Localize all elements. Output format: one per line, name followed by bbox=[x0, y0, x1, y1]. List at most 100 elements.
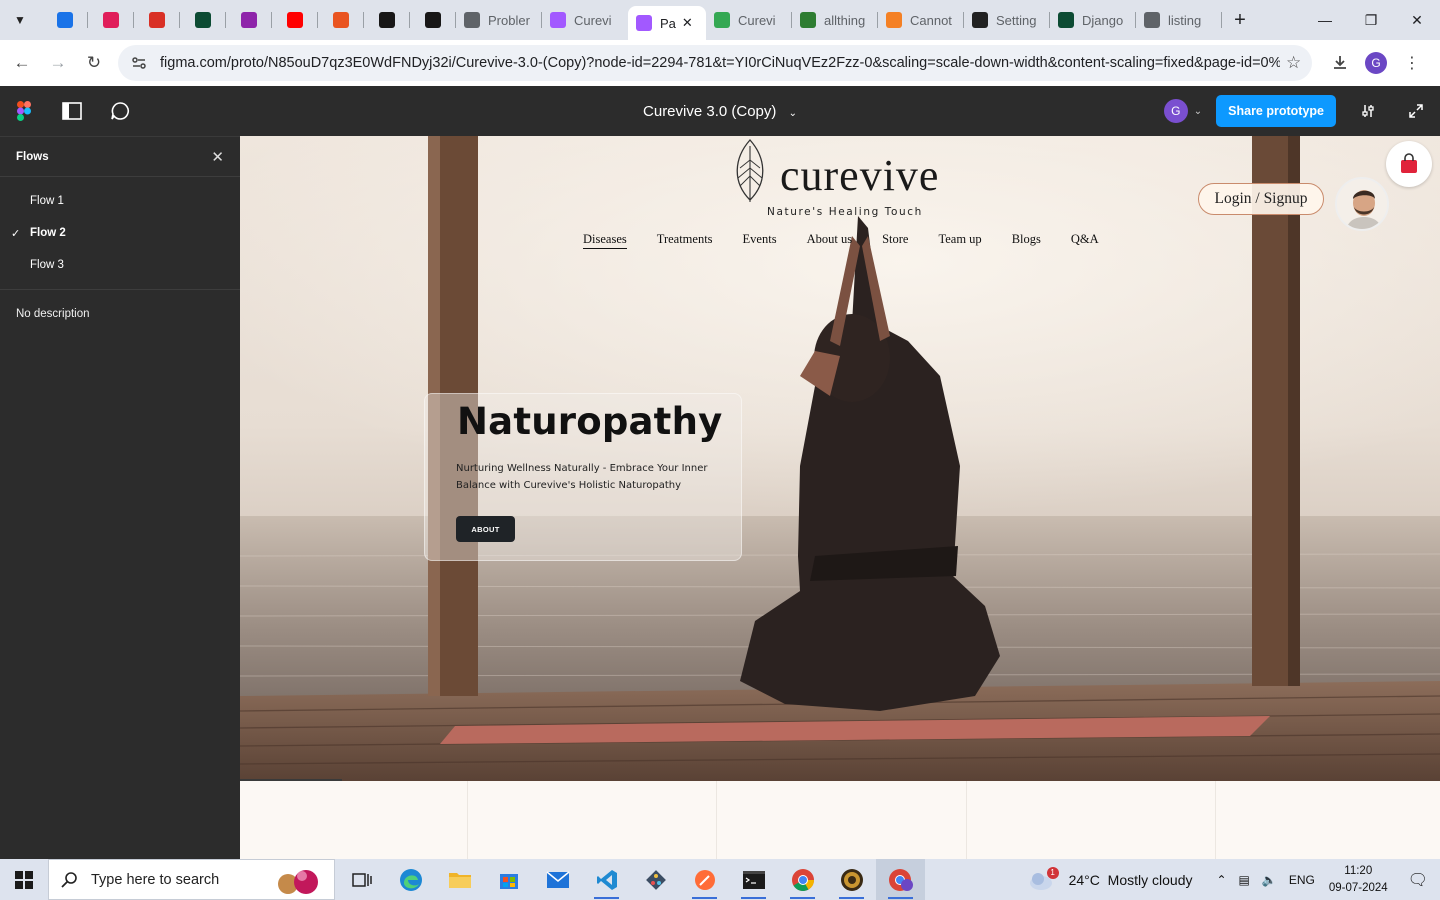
tab[interactable] bbox=[318, 4, 364, 36]
task-view-button[interactable] bbox=[337, 859, 386, 900]
nav-link[interactable]: Store bbox=[882, 232, 908, 249]
tab[interactable]: allthing bbox=[792, 4, 878, 36]
coin-icon bbox=[840, 868, 863, 891]
chevron-down-icon[interactable]: ⌄ bbox=[1194, 106, 1202, 117]
nav-link[interactable]: Diseases bbox=[583, 232, 627, 249]
chrome-app[interactable] bbox=[778, 859, 827, 900]
tab-list: Probler Curevi Pa ✕ Curevi allthing Cannot Sett… bbox=[42, 0, 1222, 40]
figma-logo-icon[interactable] bbox=[0, 86, 48, 136]
tab[interactable]: Curevi bbox=[542, 4, 628, 36]
sidebar-toggle-icon[interactable] bbox=[48, 86, 96, 136]
edge-app[interactable] bbox=[386, 859, 435, 900]
reload-button[interactable]: ↻ bbox=[76, 45, 112, 81]
new-tab-button[interactable]: + bbox=[1226, 6, 1254, 34]
url-text[interactable]: figma.com/proto/N85ouD7qz3E0WdFNDyj32i/C… bbox=[160, 55, 1280, 71]
language-indicator[interactable]: ENG bbox=[1283, 873, 1321, 887]
column-divider bbox=[716, 781, 717, 859]
clock[interactable]: 11:20 09-07-2024 bbox=[1329, 863, 1388, 897]
back-button[interactable]: ← bbox=[4, 45, 40, 81]
minimize-button[interactable]: — bbox=[1302, 0, 1348, 40]
forward-button[interactable]: → bbox=[40, 45, 76, 81]
flow-item[interactable]: ✓ Flow 2 bbox=[0, 217, 240, 249]
tab[interactable] bbox=[226, 4, 272, 36]
profile-avatar[interactable] bbox=[1335, 177, 1389, 231]
browser-toolbar: ← → ↻ figma.com/proto/N85ouD7qz3E0WdFNDy… bbox=[0, 40, 1440, 86]
tab[interactable]: Curevi bbox=[706, 4, 792, 36]
profile-button[interactable]: G bbox=[1358, 45, 1394, 81]
chrome-profile-app[interactable] bbox=[876, 859, 925, 900]
terminal-app[interactable] bbox=[729, 859, 778, 900]
menu-kebab-icon[interactable]: ⋮ bbox=[1394, 45, 1430, 81]
mail-app[interactable] bbox=[533, 859, 582, 900]
nav-link[interactable]: Team up bbox=[938, 232, 981, 249]
notification-icon[interactable]: 🗨 bbox=[1402, 870, 1434, 890]
chevron-down-icon[interactable]: ⌄ bbox=[789, 108, 797, 119]
tab-search-button[interactable]: ▼ bbox=[6, 6, 34, 34]
vscode-app[interactable] bbox=[582, 859, 631, 900]
nav-link[interactable]: About us bbox=[807, 232, 853, 249]
app-icon[interactable] bbox=[827, 859, 876, 900]
fullscreen-icon[interactable] bbox=[1392, 86, 1440, 136]
close-tab-icon[interactable]: ✕ bbox=[682, 15, 693, 31]
restore-button[interactable]: ❐ bbox=[1348, 0, 1394, 40]
login-signup-button[interactable]: Login / Signup bbox=[1198, 183, 1324, 215]
address-bar[interactable]: figma.com/proto/N85ouD7qz3E0WdFNDyj32i/C… bbox=[118, 45, 1312, 81]
tab[interactable] bbox=[180, 4, 226, 36]
download-icon[interactable] bbox=[1322, 45, 1358, 81]
file-explorer-app[interactable] bbox=[435, 859, 484, 900]
nav-link[interactable]: Q&A bbox=[1071, 232, 1099, 249]
tab[interactable] bbox=[272, 4, 318, 36]
flow-item[interactable]: Flow 1 bbox=[0, 185, 240, 217]
tab[interactable] bbox=[410, 4, 456, 36]
tab-title: Curevi bbox=[574, 12, 612, 28]
tab[interactable] bbox=[88, 4, 134, 36]
flow-list: Flow 1 ✓ Flow 2 Flow 3 bbox=[0, 177, 240, 290]
prototype-canvas[interactable]: curevive Nature's Healing Touch Diseases… bbox=[240, 136, 1440, 859]
tab[interactable]: Cannot bbox=[878, 4, 964, 36]
hero-title: Naturopathy bbox=[457, 400, 723, 443]
start-button[interactable] bbox=[0, 859, 48, 900]
user-avatar[interactable]: G bbox=[1163, 99, 1188, 123]
weather-widget[interactable]: 1 24°C Mostly cloudy bbox=[1027, 866, 1192, 892]
slack-icon bbox=[103, 12, 119, 28]
nav-link[interactable]: Treatments bbox=[657, 232, 713, 249]
volume-icon[interactable]: 🔈 bbox=[1256, 873, 1283, 887]
taskbar-apps bbox=[337, 859, 925, 900]
arrow-right-icon: → bbox=[49, 53, 67, 72]
tab[interactable] bbox=[42, 4, 88, 36]
close-window-button[interactable]: ✕ bbox=[1394, 0, 1440, 40]
nav-link[interactable]: Events bbox=[743, 232, 777, 249]
about-button[interactable]: ABOUT bbox=[456, 516, 515, 542]
nav-link[interactable]: Blogs bbox=[1012, 232, 1041, 249]
ubuntu-icon bbox=[333, 12, 349, 28]
tab[interactable] bbox=[134, 4, 180, 36]
tab-active[interactable]: Pa ✕ bbox=[628, 6, 706, 40]
flow-item[interactable]: Flow 3 bbox=[0, 249, 240, 281]
store-app[interactable] bbox=[484, 859, 533, 900]
settings-sliders-icon[interactable] bbox=[1344, 86, 1392, 136]
network-icon[interactable]: ▤ bbox=[1233, 873, 1256, 887]
column-divider bbox=[966, 781, 967, 859]
search-icon bbox=[61, 871, 77, 888]
tab[interactable]: Setting bbox=[964, 4, 1050, 36]
close-panel-icon[interactable]: ✕ bbox=[211, 148, 224, 166]
tab[interactable] bbox=[364, 4, 410, 36]
taskbar-search[interactable]: Type here to search bbox=[48, 859, 335, 900]
postman-app[interactable] bbox=[680, 859, 729, 900]
share-prototype-button[interactable]: Share prototype bbox=[1216, 95, 1336, 127]
github-icon bbox=[425, 12, 441, 28]
tab[interactable]: Django bbox=[1050, 4, 1136, 36]
site-settings-icon[interactable] bbox=[128, 52, 150, 74]
comment-icon[interactable] bbox=[96, 86, 144, 136]
git-app[interactable] bbox=[631, 859, 680, 900]
file-title-text[interactable]: Curevive 3.0 (Copy) bbox=[643, 103, 776, 120]
drive-sync-icon bbox=[57, 12, 73, 28]
django-icon bbox=[195, 12, 211, 28]
tab[interactable]: listing bbox=[1136, 4, 1222, 36]
minimize-icon: — bbox=[1318, 12, 1332, 28]
bookmark-star-icon[interactable]: ☆ bbox=[1286, 53, 1301, 73]
windows-taskbar: Type here to search 1 24°C Mostly cloudy… bbox=[0, 859, 1440, 900]
chevron-up-icon[interactable]: ⌃ bbox=[1210, 873, 1232, 887]
shopping-bag-icon[interactable] bbox=[1386, 141, 1432, 187]
tab[interactable]: Probler bbox=[456, 4, 542, 36]
